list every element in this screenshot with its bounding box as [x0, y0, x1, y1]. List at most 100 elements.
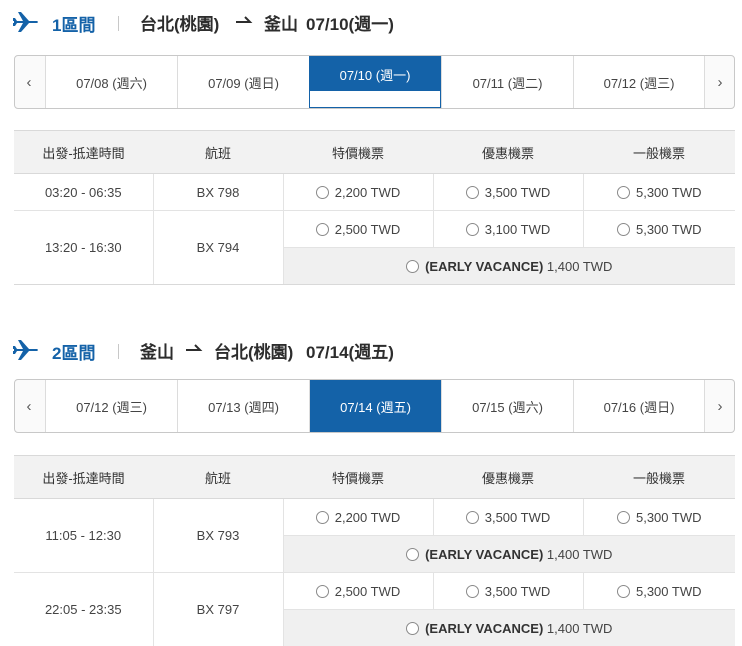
- travel-date: 07/10(週一): [306, 15, 394, 34]
- fare-option[interactable]: 5,300 TWD: [583, 572, 735, 610]
- fare-price: 3,500 TWD: [484, 184, 551, 200]
- next-date-button[interactable]: ›: [706, 56, 734, 108]
- fare-price: 2,200 TWD: [334, 509, 401, 525]
- flight-time: 13:20 - 16:30: [14, 210, 154, 285]
- next-date-button[interactable]: ›: [706, 380, 734, 432]
- fare-option[interactable]: 3,500 TWD: [433, 173, 584, 211]
- radio-button[interactable]: [315, 510, 329, 524]
- col-header-time: 出發-抵達時間: [14, 455, 153, 499]
- col-header-special-fare: 特價機票: [283, 455, 433, 499]
- radio-button[interactable]: [616, 185, 630, 199]
- airplane-icon: [13, 12, 38, 32]
- destination-city: 釜山: [264, 15, 298, 34]
- early-vacance-price: 1,400 TWD: [546, 620, 613, 636]
- fare-price: 5,300 TWD: [635, 509, 702, 525]
- fare-price: 5,300 TWD: [635, 184, 702, 200]
- table-header-row: 出發-抵達時間 航班 特價機票 優惠機票 一般機票: [14, 455, 735, 499]
- segment-label: 1區間: [52, 16, 96, 35]
- early-vacance-price: 1,400 TWD: [546, 258, 613, 274]
- arrow-right-icon: [186, 344, 203, 351]
- travel-date: 07/14(週五): [306, 343, 394, 362]
- flight-time: 11:05 - 12:30: [14, 498, 154, 573]
- radio-button[interactable]: [406, 259, 420, 273]
- fare-option[interactable]: 2,500 TWD: [283, 572, 434, 610]
- fare-price: 3,500 TWD: [484, 583, 551, 599]
- radio-button[interactable]: [465, 510, 479, 524]
- fare-option[interactable]: 5,300 TWD: [583, 498, 735, 536]
- destination-city: 台北(桃園): [214, 343, 294, 362]
- divider: [14, 284, 735, 285]
- divider: [118, 16, 119, 31]
- col-header-time: 出發-抵達時間: [14, 130, 153, 174]
- fare-option[interactable]: 3,500 TWD: [433, 572, 584, 610]
- date-tab[interactable]: 07/16 (週日): [573, 380, 705, 432]
- early-vacance-label: (EARLY VACANCE): [425, 546, 544, 562]
- date-tab[interactable]: 07/12 (週三): [45, 380, 177, 432]
- flight-number: BX 797: [153, 572, 284, 646]
- flight-table: 出發-抵達時間 航班 特價機票 優惠機票 一般機票 03:20 - 06:35 …: [14, 130, 735, 285]
- early-vacance-price: 1,400 TWD: [546, 546, 613, 562]
- flight-table: 出發-抵達時間 航班 特價機票 優惠機票 一般機票 11:05 - 12:30 …: [14, 455, 735, 646]
- prev-date-button[interactable]: ‹: [15, 380, 43, 432]
- radio-button[interactable]: [406, 621, 420, 635]
- fare-option[interactable]: 5,300 TWD: [583, 210, 735, 248]
- table-header-row: 出發-抵達時間 航班 特價機票 優惠機票 一般機票: [14, 130, 735, 174]
- date-tab-label: 07/10 (週一): [310, 57, 440, 91]
- date-selector: ‹ 07/12 (週三) 07/13 (週四) 07/14 (週五) 07/15…: [14, 379, 735, 433]
- prev-date-button[interactable]: ‹: [15, 56, 43, 108]
- radio-button[interactable]: [465, 222, 479, 236]
- date-selector: ‹ 07/08 (週六) 07/09 (週日) 07/10 (週一) 07/11…: [14, 55, 735, 109]
- early-vacance-option[interactable]: (EARLY VACANCE) 1,400 TWD: [283, 535, 735, 573]
- fare-option[interactable]: 2,500 TWD: [283, 210, 434, 248]
- early-vacance-option[interactable]: (EARLY VACANCE) 1,400 TWD: [283, 609, 735, 646]
- date-tab[interactable]: 07/15 (週六): [441, 380, 573, 432]
- radio-button[interactable]: [315, 584, 329, 598]
- airplane-icon: [13, 340, 38, 360]
- radio-button[interactable]: [315, 222, 329, 236]
- date-tab[interactable]: 07/09 (週日): [177, 56, 309, 108]
- fare-price: 2,500 TWD: [334, 583, 401, 599]
- fare-option[interactable]: 5,300 TWD: [583, 173, 735, 211]
- flight-number: BX 798: [153, 173, 284, 211]
- table-row: 22:05 - 23:35 BX 797 2,500 TWD 3,500 TWD…: [14, 572, 735, 646]
- radio-button[interactable]: [616, 222, 630, 236]
- fare-option[interactable]: 2,200 TWD: [283, 498, 434, 536]
- table-row: 11:05 - 12:30 BX 793 2,200 TWD 3,500 TWD…: [14, 498, 735, 573]
- fare-price: 3,100 TWD: [484, 221, 551, 237]
- table-row: 13:20 - 16:30 BX 794 2,500 TWD 3,100 TWD…: [14, 210, 735, 285]
- col-header-discount-fare: 優惠機票: [433, 455, 583, 499]
- radio-button[interactable]: [465, 185, 479, 199]
- flight-number: BX 793: [153, 498, 284, 573]
- segment-header: 2區間 釜山 台北(桃園) 07/14(週五): [0, 328, 742, 372]
- col-header-discount-fare: 優惠機票: [433, 130, 583, 174]
- divider: [118, 344, 119, 359]
- early-vacance-option[interactable]: (EARLY VACANCE) 1,400 TWD: [283, 247, 735, 285]
- fare-price: 3,500 TWD: [484, 509, 551, 525]
- segment-label: 2區間: [52, 344, 96, 363]
- date-tab[interactable]: 07/13 (週四): [177, 380, 309, 432]
- radio-button[interactable]: [315, 185, 329, 199]
- date-tab-active[interactable]: 07/14 (週五): [309, 380, 441, 432]
- table-row: 03:20 - 06:35 BX 798 2,200 TWD 3,500 TWD…: [14, 173, 735, 211]
- date-tab[interactable]: 07/08 (週六): [45, 56, 177, 108]
- radio-button[interactable]: [406, 547, 420, 561]
- chevron-left-icon: ‹: [26, 73, 32, 91]
- radio-button[interactable]: [465, 584, 479, 598]
- arrow-right-icon: [236, 16, 253, 23]
- origin-city: 釜山: [140, 343, 174, 362]
- radio-button[interactable]: [616, 510, 630, 524]
- fare-price: 5,300 TWD: [635, 583, 702, 599]
- fare-price: 2,500 TWD: [334, 221, 401, 237]
- date-tab[interactable]: 07/11 (週二): [441, 56, 573, 108]
- date-tab-active[interactable]: 07/10 (週一): [309, 56, 441, 108]
- col-header-regular-fare: 一般機票: [583, 455, 735, 499]
- segment-header: 1區間 台北(桃園) 釜山 07/10(週一): [0, 0, 742, 44]
- fare-option[interactable]: 3,100 TWD: [433, 210, 584, 248]
- col-header-flight: 航班: [153, 130, 283, 174]
- radio-button[interactable]: [616, 584, 630, 598]
- fare-option[interactable]: 2,200 TWD: [283, 173, 434, 211]
- fare-option[interactable]: 3,500 TWD: [433, 498, 584, 536]
- fare-price: 2,200 TWD: [334, 184, 401, 200]
- chevron-right-icon: ›: [717, 397, 723, 415]
- date-tab[interactable]: 07/12 (週三): [573, 56, 705, 108]
